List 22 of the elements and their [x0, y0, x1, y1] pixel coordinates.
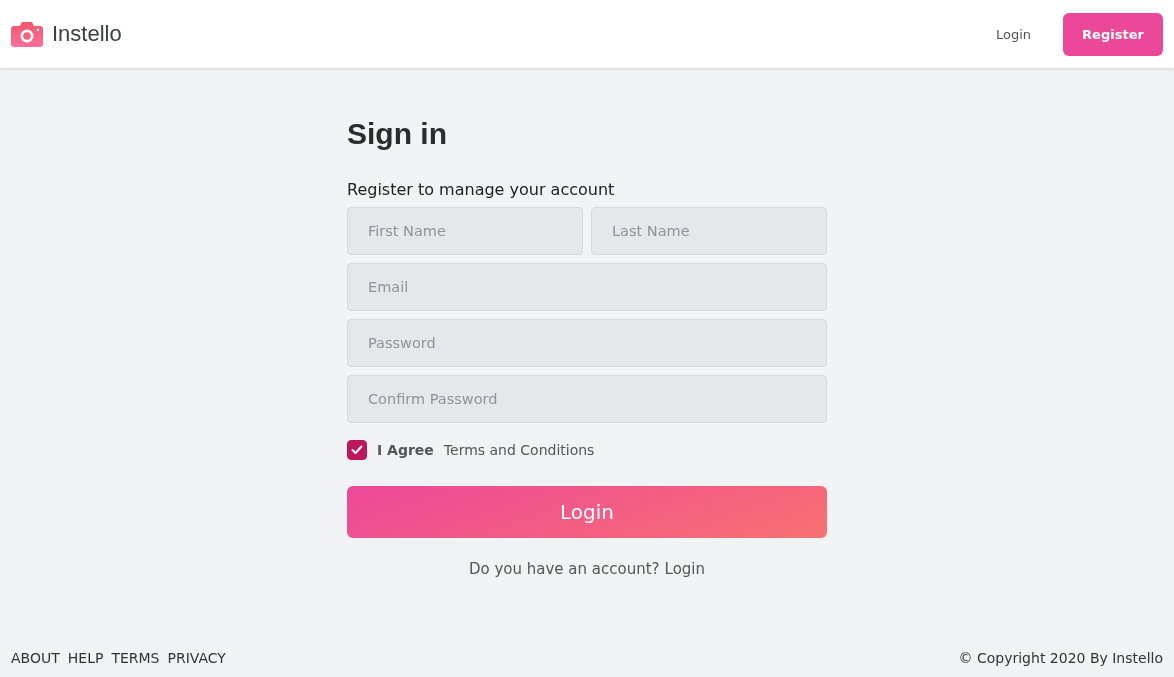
camera-icon [11, 21, 43, 47]
footer-link[interactable]: ABOUT [11, 650, 60, 666]
footer-link[interactable]: HELP [67, 650, 104, 666]
footer-link[interactable]: TERMS [111, 650, 160, 666]
input-field[interactable]: Password [347, 319, 827, 367]
input-field[interactable]: Email [347, 263, 827, 311]
form-subtitle: Register to manage your account [347, 180, 616, 199]
agree-label: I Agree [377, 442, 434, 458]
login-link[interactable]: Login [664, 560, 706, 578]
input-field[interactable]: Last Name [591, 207, 827, 255]
account-prompt: Do you have an account? [468, 560, 660, 578]
agree-checkbox[interactable] [347, 440, 367, 460]
register-button[interactable]: Register [1063, 12, 1163, 56]
form-title: Sign in [347, 116, 448, 152]
footer-link[interactable]: PRIVACY [167, 650, 226, 666]
copyright-text: © Copyright 2020 By Instello [958, 650, 1163, 666]
input-field[interactable]: Confirm Password [347, 375, 827, 423]
check-icon [351, 445, 363, 455]
login-link[interactable]: Login [995, 20, 1031, 48]
terms-link[interactable]: Terms and Conditions [443, 442, 595, 458]
brand-name: Instello [52, 21, 122, 47]
input-field[interactable]: First Name [347, 207, 583, 255]
